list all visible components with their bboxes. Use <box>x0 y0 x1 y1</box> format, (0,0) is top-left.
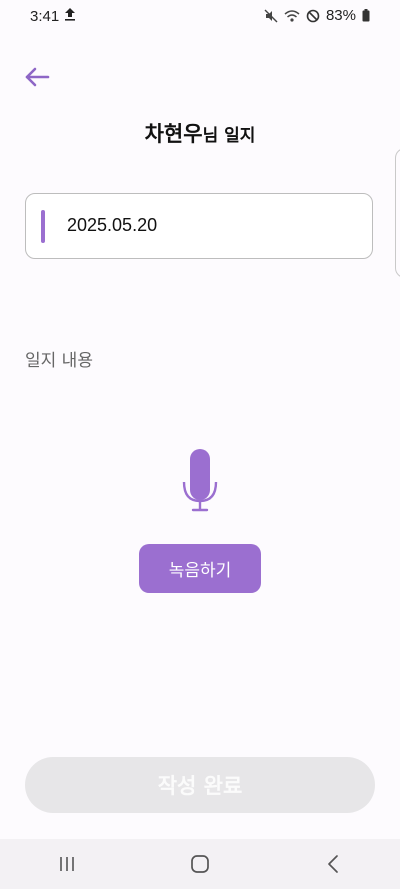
side-panel-handle[interactable] <box>395 148 400 278</box>
mute-icon <box>264 9 278 23</box>
recent-apps-icon <box>59 857 74 871</box>
nav-back-button[interactable] <box>303 844 363 884</box>
microphone-icon[interactable] <box>182 448 218 512</box>
title-suffix: 님 일지 <box>202 126 256 146</box>
arrow-left-icon <box>25 67 50 87</box>
page-title: 차현우님 일지 <box>0 118 400 148</box>
home-button[interactable] <box>170 844 230 884</box>
upload-icon <box>64 7 76 25</box>
system-nav-bar <box>0 839 400 889</box>
status-time: 3:41 <box>30 8 60 25</box>
wifi-icon <box>284 9 300 23</box>
user-name: 차현우 <box>144 122 203 146</box>
date-value: 2025.05.20 <box>67 215 158 235</box>
status-bar: 3:41 83% <box>0 0 400 34</box>
status-icons: 83% <box>264 7 370 24</box>
record-button[interactable]: 녹음하기 <box>139 544 261 593</box>
date-field[interactable]: 2025.05.20 <box>25 193 373 259</box>
recent-apps-button[interactable] <box>37 844 97 884</box>
back-button[interactable] <box>20 62 54 92</box>
battery-level: 83% <box>325 7 356 24</box>
journal-content-label: 일지 내용 <box>25 351 93 371</box>
complete-button[interactable]: 작성 완료 <box>25 757 375 813</box>
back-icon <box>328 855 339 873</box>
battery-icon <box>362 9 370 22</box>
home-icon <box>191 855 209 873</box>
date-accent-bar <box>41 210 45 243</box>
do-not-disturb-icon <box>306 9 320 23</box>
